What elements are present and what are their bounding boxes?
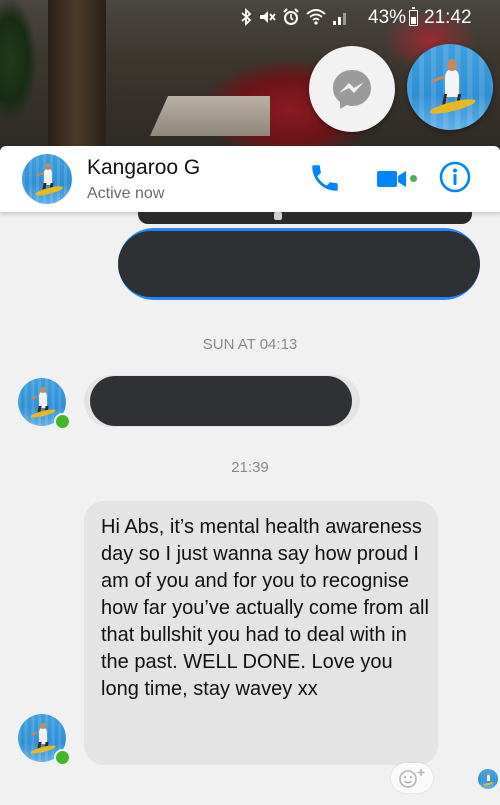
clock: 21:42: [424, 7, 472, 28]
video-camera-icon: [377, 171, 406, 187]
contact-chat-head[interactable]: [407, 44, 493, 130]
message-timestamp: SUN AT 04:13: [202, 336, 298, 353]
avatar-head: [40, 386, 46, 393]
add-reaction-button[interactable]: [391, 763, 433, 793]
contact-avatar[interactable]: [22, 154, 72, 204]
status-icons: [240, 7, 348, 31]
mute-icon: [258, 8, 276, 31]
add-reaction-icon: [399, 769, 425, 788]
voice-call-button[interactable]: [308, 161, 342, 195]
contact-status: Active now: [87, 185, 165, 202]
chat-header: Kangaroo G Active now: [0, 146, 500, 212]
alarm-icon: [282, 8, 300, 31]
avatar-head: [45, 163, 51, 170]
video-active-dot: [410, 175, 417, 182]
phone-icon: [312, 165, 338, 191]
avatar-head: [40, 722, 46, 729]
redacted-message-partial: [138, 212, 472, 224]
battery-icon: [409, 7, 418, 26]
battery-percentage: 43%: [368, 7, 407, 28]
avatar-body: [486, 775, 490, 782]
bluetooth-icon: [240, 7, 252, 31]
avatar-head: [446, 59, 457, 71]
online-indicator: [54, 749, 71, 766]
seen-receipt-avatar: [478, 769, 498, 789]
avatar-head: [487, 772, 490, 776]
redacted-incoming-message: [90, 376, 352, 426]
redacted-outgoing-message: [118, 231, 480, 297]
contact-name[interactable]: Kangaroo G: [87, 156, 200, 180]
info-button[interactable]: [438, 160, 472, 194]
wifi-icon: [306, 8, 326, 31]
message-text: Hi Abs, it’s mental health awareness day…: [101, 516, 429, 700]
status-bar: 43% 21:42: [0, 0, 500, 36]
messenger-chat-head[interactable]: [309, 46, 395, 132]
message-timestamp: 21:39: [231, 459, 269, 476]
background-roof: [150, 96, 270, 136]
info-icon: [439, 161, 471, 193]
messenger-logo-icon: [333, 70, 371, 109]
signal-icon: [332, 8, 348, 31]
online-indicator: [54, 413, 71, 430]
